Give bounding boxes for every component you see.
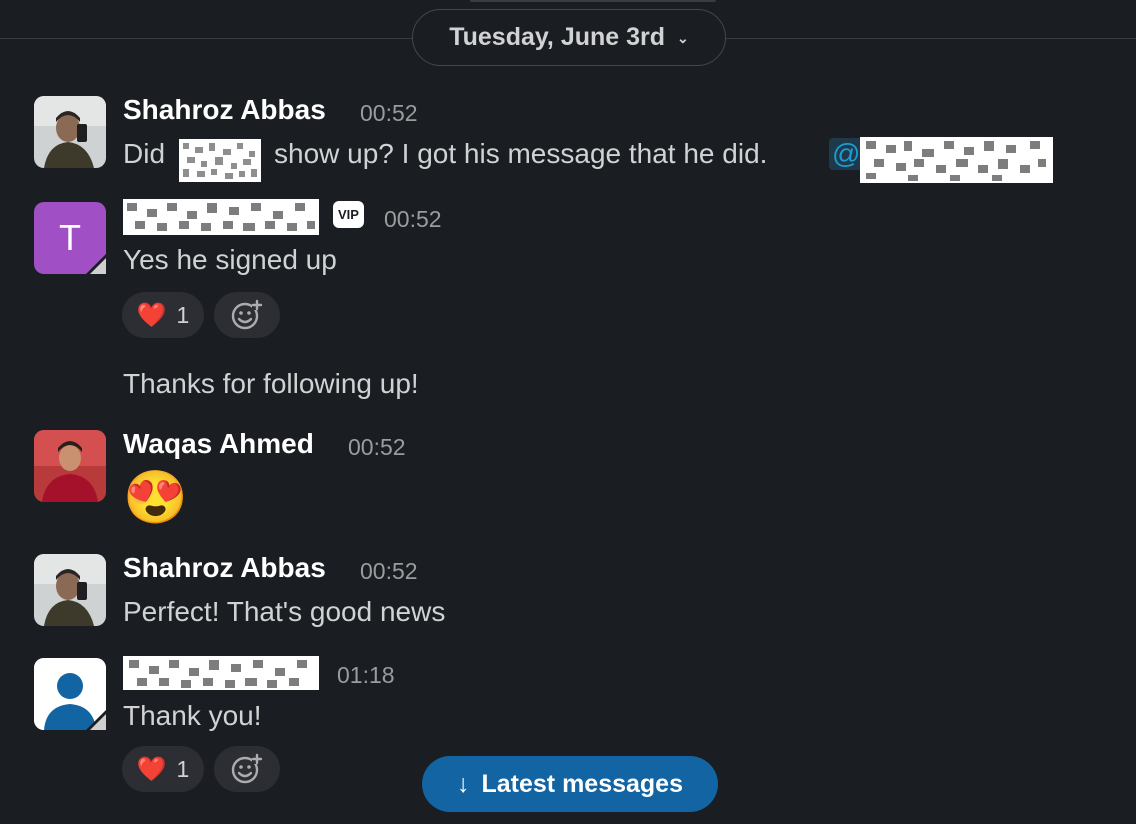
avatar-shahroz[interactable] xyxy=(34,96,106,168)
author-name[interactable]: Shahroz Abbas xyxy=(123,552,326,584)
heart-icon: ❤️ xyxy=(136,301,167,329)
timestamp[interactable]: 00:52 xyxy=(360,100,418,127)
message-text: Perfect! That's good news xyxy=(123,596,446,627)
add-emoji-icon xyxy=(231,299,263,330)
redacted-name-image xyxy=(179,139,261,182)
redacted-author-name[interactable] xyxy=(123,656,319,690)
reaction-heart-button[interactable]: ❤️ 1 xyxy=(122,746,204,792)
message-text: Yes he signed up xyxy=(123,244,337,275)
date-divider-button[interactable]: Tuesday, June 3rd ⌄ xyxy=(412,9,726,66)
author-name[interactable]: Waqas Ahmed xyxy=(123,428,314,460)
message-text: show up? I got his message that he did. xyxy=(274,138,768,169)
mention-at-symbol[interactable]: @ xyxy=(829,138,864,170)
heart-eyes-emoji: 😍 xyxy=(123,469,188,527)
arrow-down-icon: ↓ xyxy=(456,769,470,798)
heart-icon: ❤️ xyxy=(136,755,167,783)
redacted-author-name[interactable] xyxy=(123,199,319,235)
status-away-icon xyxy=(86,254,106,274)
chevron-down-icon: ⌄ xyxy=(677,30,689,46)
vip-badge: VIP xyxy=(333,201,364,228)
avatar-waqas[interactable] xyxy=(34,430,106,502)
message-text-before: Did xyxy=(123,138,166,169)
status-away-icon xyxy=(86,710,106,730)
latest-messages-label: Latest messages xyxy=(481,769,683,798)
timestamp[interactable]: 00:52 xyxy=(348,434,406,461)
add-reaction-button[interactable] xyxy=(214,746,280,792)
date-label: Tuesday, June 3rd xyxy=(449,23,666,51)
reaction-count: 1 xyxy=(176,301,190,328)
timestamp[interactable]: 01:18 xyxy=(337,662,395,689)
reaction-count: 1 xyxy=(176,755,190,782)
header-edge xyxy=(470,0,716,2)
message-text: Thank you! xyxy=(123,700,262,731)
add-reaction-button[interactable] xyxy=(214,292,280,338)
avatar-shahroz[interactable] xyxy=(34,554,106,626)
reaction-heart-button[interactable]: ❤️ 1 xyxy=(122,292,204,338)
redacted-mention-image[interactable] xyxy=(860,137,1053,183)
avatar-letter: T xyxy=(59,217,81,258)
add-emoji-icon xyxy=(231,753,263,784)
timestamp[interactable]: 00:52 xyxy=(384,206,442,233)
message-text: Thanks for following up! xyxy=(123,368,419,399)
latest-messages-button[interactable]: ↓ Latest messages xyxy=(422,756,718,812)
author-name[interactable]: Shahroz Abbas xyxy=(123,94,326,126)
timestamp[interactable]: 00:52 xyxy=(360,558,418,585)
